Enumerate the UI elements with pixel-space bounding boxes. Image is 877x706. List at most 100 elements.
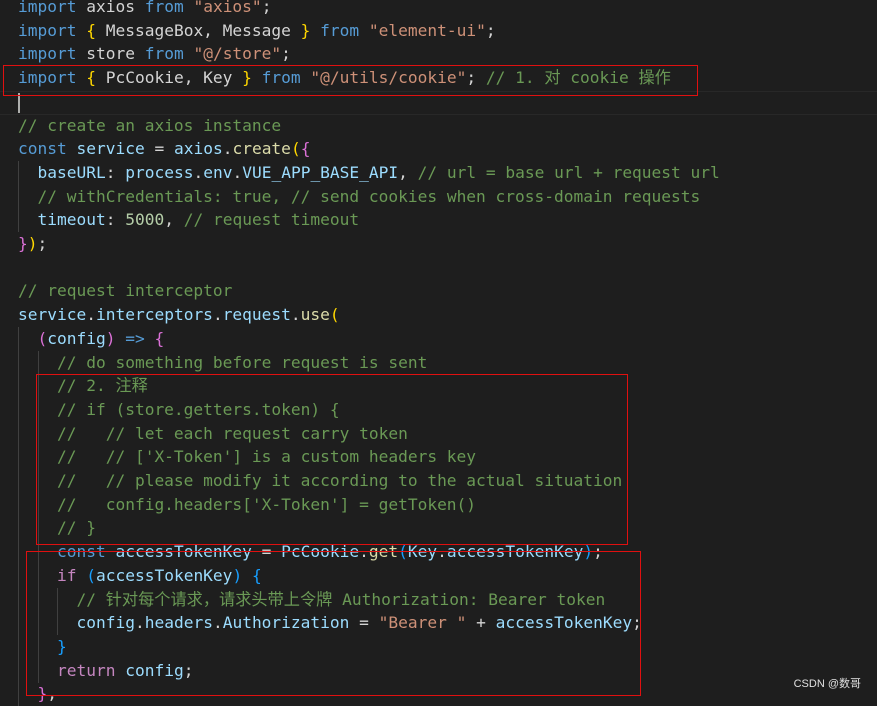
- code-text: baseURL: process.env.VUE_APP_BASE_API, /…: [18, 161, 720, 185]
- code-token: }: [300, 20, 311, 40]
- code-text: import { MessageBox, Message } from "ele…: [18, 19, 496, 43]
- code-token: {: [251, 565, 262, 585]
- code-line: // create an axios instance: [0, 114, 877, 138]
- code-text: // do something before request is sent: [18, 351, 427, 375]
- code-line: return config;: [0, 658, 877, 683]
- code-token: (: [37, 328, 48, 348]
- code-token: // // ['X-Token'] is a custom headers ke…: [56, 447, 477, 467]
- code-line: (config) => {: [0, 326, 877, 351]
- code-line: if (accessTokenKey) {: [0, 563, 877, 588]
- code-editor[interactable]: import axios from "axios"; import { Messa…: [0, 0, 877, 706]
- code-token: 5000: [125, 210, 165, 230]
- code-token: "Bearer ": [378, 613, 467, 633]
- code-token: interceptors: [95, 305, 213, 325]
- code-token: // request timeout: [183, 210, 360, 230]
- code-token: // create an axios instance: [18, 115, 282, 135]
- code-line: // config.headers['X-Token'] = getToken(…: [0, 492, 877, 517]
- csdn-watermark: CSDN @数哥: [793, 678, 861, 690]
- code-token: ): [27, 234, 38, 253]
- code-token: {: [154, 328, 165, 348]
- code-token: // config.headers['X-Token'] = getToken(…: [56, 494, 477, 514]
- code-token: env: [203, 162, 233, 182]
- code-token: {: [86, 68, 96, 88]
- code-text: // create an axios instance: [18, 114, 281, 138]
- code-text: if (accessTokenKey) {: [18, 564, 262, 588]
- code-token: (: [398, 542, 408, 562]
- code-text: (config) => {: [18, 327, 165, 351]
- code-token: .: [212, 305, 223, 325]
- code-line: }: [0, 634, 877, 659]
- code-token: // 针对每个请求，请求头带上令牌 Authorization: Bearer …: [76, 589, 606, 609]
- code-token: import: [18, 68, 77, 88]
- code-token: ;: [183, 660, 194, 680]
- code-token: }: [18, 234, 28, 253]
- code-token: // request interceptor: [18, 281, 233, 301]
- code-text: timeout: 5000, // request timeout: [18, 208, 360, 232]
- code-token: }: [37, 684, 48, 704]
- code-text: },: [18, 682, 58, 706]
- code-token: PcCookie, Key: [95, 68, 243, 88]
- code-text: import store from "@/store";: [18, 42, 291, 66]
- code-text: }: [18, 635, 67, 659]
- code-text: service.interceptors.request.use(: [18, 303, 340, 327]
- code-token: ;: [281, 44, 291, 64]
- code-token: // withCredentials: true, // send cookie…: [37, 186, 701, 206]
- code-token: .: [290, 305, 301, 325]
- code-token: .: [232, 162, 243, 182]
- code-token: .: [222, 139, 233, 159]
- code-token: headers: [144, 613, 213, 633]
- code-token: process: [125, 162, 194, 182]
- code-token: ,: [164, 210, 184, 230]
- code-token: ): [583, 542, 594, 562]
- code-text: import axios from "axios";: [18, 0, 271, 19]
- code-text: // config.headers['X-Token'] = getToken(…: [18, 493, 476, 517]
- code-token: }: [56, 636, 67, 656]
- code-line: // do something before request is sent: [0, 350, 877, 375]
- code-token: VUE_APP_BASE_API: [242, 162, 399, 182]
- code-token: "@/utils/cookie": [310, 68, 467, 88]
- code-line: const service = axios.create({: [0, 137, 877, 161]
- code-token: (: [329, 305, 340, 325]
- code-token: }: [242, 68, 252, 88]
- code-token: accessTokenKey: [446, 542, 584, 562]
- code-token: from: [261, 68, 301, 88]
- code-token: config: [47, 328, 106, 348]
- code-text: // // let each request carry token: [18, 422, 408, 446]
- code-token: "element-ui": [368, 20, 486, 40]
- code-token: +: [466, 613, 496, 633]
- code-token: .: [193, 162, 204, 182]
- code-line: // }: [0, 516, 877, 541]
- code-line: import store from "@/store";: [0, 42, 877, 66]
- code-token: .: [212, 613, 223, 633]
- code-text: // // please modify it according to the …: [18, 469, 622, 493]
- code-token: accessTokenKey: [495, 613, 633, 633]
- code-line: // withCredentials: true, // send cookie…: [0, 184, 877, 209]
- code-line: service.interceptors.request.use(: [0, 303, 877, 327]
- code-token: :: [105, 162, 126, 182]
- code-token: const: [56, 542, 106, 562]
- code-token: use: [300, 305, 330, 325]
- code-token: axios: [173, 139, 223, 159]
- code-token: get: [368, 542, 399, 562]
- code-line: import axios from "axios";: [0, 0, 877, 19]
- text-caret: [18, 93, 20, 113]
- code-token: return: [56, 660, 116, 680]
- code-token: accessTokenKey: [115, 542, 252, 562]
- code-line: timeout: 5000, // request timeout: [0, 208, 877, 233]
- code-token: // 2. 注释: [56, 376, 148, 396]
- code-line: // // ['X-Token'] is a custom headers ke…: [0, 445, 877, 470]
- code-text: // }: [18, 516, 96, 540]
